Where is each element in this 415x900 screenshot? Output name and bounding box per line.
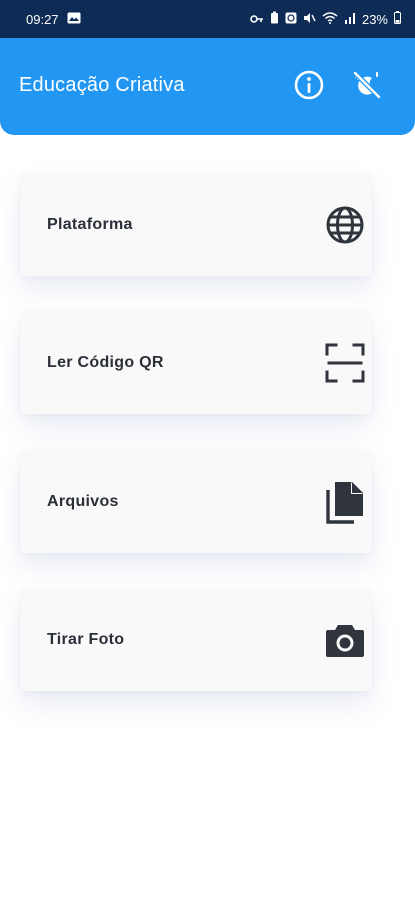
globe-icon — [324, 204, 366, 246]
menu-item-label: Tirar Foto — [47, 630, 125, 648]
theme-toggle-button[interactable] — [350, 68, 384, 102]
status-bar-right: 23% — [250, 11, 401, 27]
battery-saver-icon — [270, 11, 279, 27]
app-title: Educação Criativa — [19, 74, 185, 96]
theme-toggle-icon — [353, 71, 381, 99]
menu-item-label: Plataforma — [47, 215, 133, 233]
menu-item-label: Arquivos — [47, 492, 119, 510]
signal-icon — [344, 12, 356, 27]
menu-item-plataforma[interactable]: Plataforma — [20, 173, 372, 276]
qr-scan-icon — [324, 342, 366, 384]
gallery-notification-icon — [67, 12, 81, 27]
menu-item-tirar-foto[interactable]: Tirar Foto — [20, 588, 372, 691]
alarm-icon — [285, 12, 297, 27]
wifi-icon — [322, 11, 338, 27]
battery-icon — [394, 11, 401, 27]
menu-item-arquivos[interactable]: Arquivos — [20, 450, 372, 553]
menu-item-ler-codigo-qr[interactable]: Ler Código QR — [20, 311, 372, 414]
app-bar: Educação Criativa — [0, 38, 415, 135]
status-time: 09:27 — [26, 11, 59, 27]
menu-item-label: Ler Código QR — [47, 353, 164, 371]
status-bar-left: 09:27 — [26, 12, 81, 27]
info-icon — [294, 70, 324, 100]
info-button[interactable] — [292, 68, 326, 102]
battery-percentage: 23% — [361, 11, 388, 27]
status-bar: 09:27 23% — [0, 0, 415, 38]
key-icon — [250, 12, 264, 27]
mute-icon — [303, 12, 316, 27]
files-icon — [324, 481, 366, 524]
camera-icon — [324, 619, 366, 661]
